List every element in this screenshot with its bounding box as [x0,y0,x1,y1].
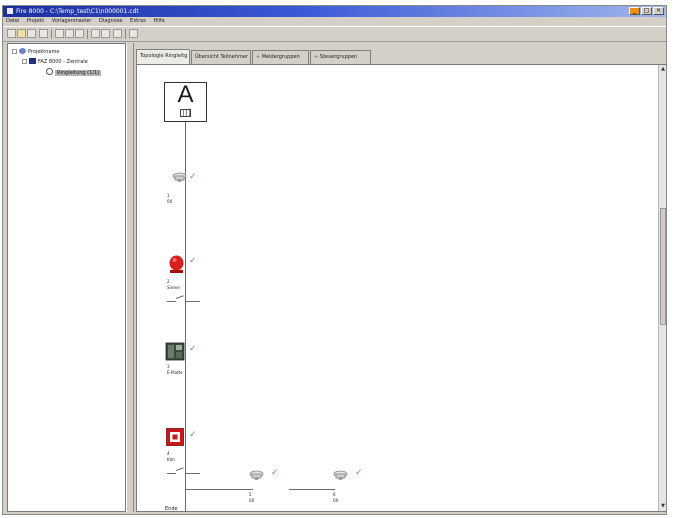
pane-splitter[interactable] [126,43,134,512]
panel-letter: A [177,81,194,108]
tab-control-groups-label: Steuergruppen [319,54,358,60]
device-label: Klm [167,457,175,462]
output-line [167,301,176,302]
branch-line [185,489,253,490]
status-check-icon: ✓ [189,256,197,266]
device-label: E-Platte [167,370,183,375]
tree-item-loop[interactable]: Ringleitung (1/1) [38,68,102,77]
window-title: Fire 8000 - C:\Temp_test\C1\n000001.cdt [16,8,139,15]
menu-help[interactable]: Hilfe [153,18,164,24]
app-icon [7,8,13,14]
maximize-button[interactable]: □ [641,7,652,15]
device-2[interactable] [168,255,185,274]
device-number: 3 [167,364,170,369]
switch-contact [175,467,184,471]
status-check-icon: ✓ [189,430,197,440]
status-check-icon: ✓ [271,468,279,478]
title-bar: Fire 8000 - C:\Temp_test\C1\n000001.cdt … [3,6,666,17]
device-1[interactable] [172,171,187,185]
cut-button[interactable] [55,29,64,38]
output-line [167,473,176,474]
device-number: 2 [167,279,170,284]
tree-label-panel: FAZ 8000 - Zentrale [38,59,88,65]
status-check-icon: ✓ [355,468,363,478]
undo-button[interactable] [91,29,100,38]
open-button[interactable] [17,29,26,38]
menu-templates[interactable]: Vorlagenmaster [52,18,92,24]
toolbar-separator [87,29,88,39]
output-line [186,473,200,474]
paste-button[interactable] [75,29,84,38]
toolbar-separator [125,29,126,39]
loop-end-label: Ende [165,506,178,512]
tab-detector-groups[interactable]: + Meldergruppen [252,50,309,64]
siren-icon [169,255,184,273]
tab-control-groups[interactable]: + Steuergruppen [310,50,371,64]
branch-line [289,489,335,490]
app-window: Fire 8000 - C:\Temp_test\C1\n000001.cdt … [2,5,667,515]
topology-canvas[interactable]: A ✓ 1 0X ✓ 2 Sirene ✓ 3 E-Platte ✓ 4 Klm… [136,64,666,512]
panel-icon [29,58,36,64]
tree-label-root: Projektname [28,49,60,55]
panel-grid-icon [180,109,191,117]
output-line [186,301,200,302]
copy-button[interactable] [65,29,74,38]
menu-diagnose[interactable]: Diagnose [99,18,122,24]
loop-icon [46,68,53,75]
project-icon [19,48,26,54]
toolbar [3,26,666,42]
switch-contact [175,295,184,299]
device-label: 0X [333,498,339,503]
tab-topology[interactable]: Topologie Ringleitg [136,49,190,64]
close-button[interactable]: × [653,7,664,15]
toolbar-separator [51,29,52,39]
help-button[interactable] [129,29,138,38]
device-label: Sirene [167,285,180,290]
device-label: 0X [167,199,173,204]
redo-button[interactable] [101,29,110,38]
device-3[interactable] [165,342,185,361]
tree-label-loop: Ringleitung (1/1) [55,70,102,76]
device-number: 1 [167,193,170,198]
status-check-icon: ✓ [189,344,197,354]
tree-item-panel[interactable]: FAZ 8000 - Zentrale [22,58,88,66]
io-module-icon [165,342,185,361]
collapse-icon[interactable] [12,49,17,54]
device-5[interactable] [249,469,264,483]
device-number: 5 [249,492,252,497]
tree-item-root[interactable]: Projektname [12,48,59,56]
scroll-down-icon[interactable]: ▼ [660,503,666,510]
menu-bar: Datei Projekt Vorlagenmaster Diagnose Ex… [3,17,666,25]
smoke-detector-icon [249,470,264,480]
device-4[interactable] [166,428,184,446]
zoom-button[interactable] [113,29,122,38]
new-button[interactable] [7,29,16,38]
tab-detector-groups-label: Meldergruppen [261,54,300,60]
menu-project[interactable]: Projekt [27,18,44,24]
menu-extras[interactable]: Extras [130,18,146,24]
vertical-scrollbar[interactable]: ▲ ▼ [658,65,666,511]
tree-connector-icon [38,70,44,75]
device-number: 4 [167,451,170,456]
smoke-detector-icon [172,172,187,182]
device-number: 6 [333,492,336,497]
device-6[interactable] [333,469,348,483]
device-label: 0X [249,498,255,503]
control-panel[interactable]: A [164,82,207,122]
minimize-button[interactable]: _ [629,7,640,15]
save-button[interactable] [27,29,36,38]
smoke-detector-icon [333,470,348,480]
tab-participants[interactable]: Übersicht Teilnehmer [191,50,251,64]
menu-file[interactable]: Datei [6,18,19,24]
scroll-thumb[interactable] [660,208,666,325]
project-tree: Projektname FAZ 8000 - Zentrale Ringleit… [7,43,126,512]
collapse-icon[interactable] [22,59,27,64]
scroll-up-icon[interactable]: ▲ [660,66,666,73]
status-check-icon: ✓ [189,172,197,182]
print-button[interactable] [39,29,48,38]
call-point-icon [166,428,184,446]
